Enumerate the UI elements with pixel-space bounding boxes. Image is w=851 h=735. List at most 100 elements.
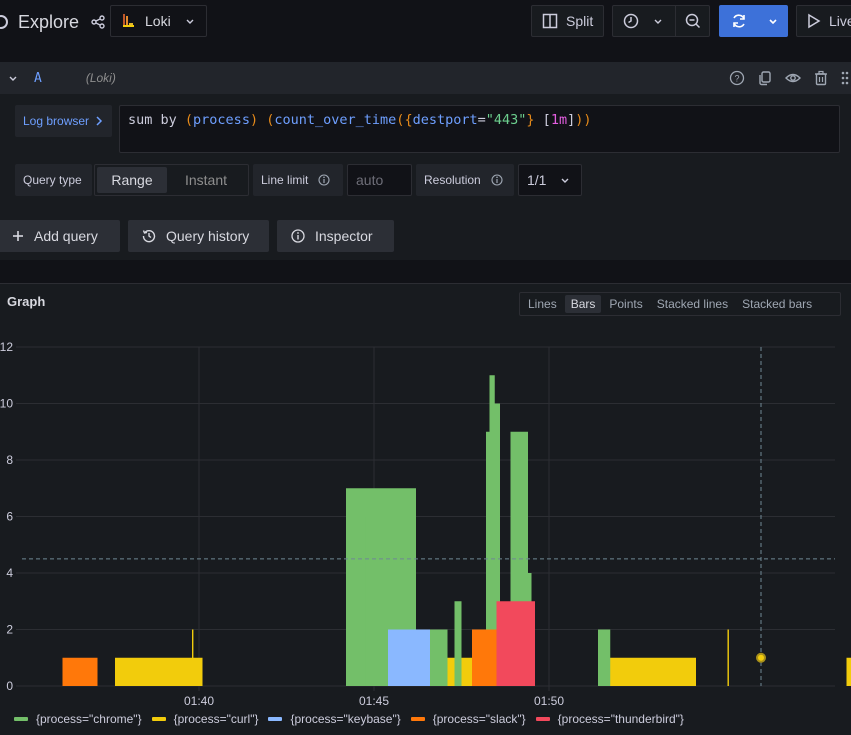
legend-item[interactable]: {process="curl"} bbox=[151, 712, 258, 726]
query-token: ) bbox=[583, 112, 592, 128]
legend-label: {process="keybase"} bbox=[290, 712, 401, 726]
share-icon[interactable] bbox=[91, 15, 105, 29]
zoom-out-button[interactable] bbox=[676, 13, 709, 29]
query-editor-area: Log browser sum by (process) (count_over… bbox=[0, 94, 851, 260]
bar-chrome bbox=[430, 629, 448, 686]
info-circle-icon bbox=[291, 229, 305, 243]
legend-swatch bbox=[535, 717, 550, 721]
query-token: destport bbox=[412, 112, 478, 128]
query-token: 1m bbox=[550, 112, 568, 128]
query-type-range[interactable]: Range bbox=[97, 167, 167, 193]
add-query-button[interactable]: Add query bbox=[0, 220, 120, 252]
y-tick-label: 2 bbox=[6, 623, 13, 637]
query-token: ) bbox=[249, 112, 259, 128]
y-tick-label: 6 bbox=[6, 510, 13, 524]
bar-chrome bbox=[598, 629, 611, 686]
y-tick-label: 4 bbox=[6, 566, 13, 580]
query-ref-id[interactable]: A bbox=[34, 71, 42, 86]
x-axis: 01:40 01:45 01:50 bbox=[184, 694, 564, 708]
clock-icon bbox=[623, 13, 639, 29]
query-type-label-text: Query type bbox=[23, 173, 82, 187]
plus-icon bbox=[12, 230, 24, 242]
chevron-down-icon bbox=[653, 16, 663, 26]
refresh-interval-dropdown[interactable] bbox=[758, 16, 787, 26]
time-range-picker[interactable] bbox=[612, 5, 710, 37]
query-token: ] bbox=[567, 112, 576, 128]
top-bar: Explore Loki Split Live bbox=[0, 0, 851, 44]
x-tick-label: 01:50 bbox=[534, 694, 564, 708]
line-limit-input[interactable]: auto bbox=[347, 164, 412, 196]
legend-label: {process="slack"} bbox=[432, 712, 526, 726]
y-tick-label: 8 bbox=[6, 453, 13, 467]
bar-slack bbox=[62, 657, 98, 686]
inspector-label: Inspector bbox=[315, 228, 373, 244]
query-token: = bbox=[477, 112, 486, 128]
split-button[interactable]: Split bbox=[531, 5, 604, 37]
hover-point bbox=[756, 652, 766, 663]
zoom-out-icon bbox=[685, 13, 701, 29]
add-query-label: Add query bbox=[34, 228, 98, 244]
resolution-label-text: Resolution bbox=[424, 173, 481, 187]
datasource-picker[interactable]: Loki bbox=[110, 5, 207, 37]
chart-legend: {process="chrome"} {process="curl"} {proce… bbox=[14, 712, 684, 726]
y-tick-label: 0 bbox=[6, 679, 13, 693]
legend-item[interactable]: {process="keybase"} bbox=[268, 712, 401, 726]
split-label: Split bbox=[566, 13, 594, 29]
legend-item[interactable]: {process="chrome"} bbox=[14, 712, 142, 726]
help-icon[interactable]: ? bbox=[729, 70, 745, 86]
bar-thunderbird bbox=[496, 601, 535, 686]
run-query-button[interactable] bbox=[719, 5, 788, 37]
log-browser-button[interactable]: Log browser bbox=[15, 105, 112, 137]
graph-panel: Graph Lines Bars Points Stacked lines St… bbox=[0, 283, 851, 735]
log-browser-label: Log browser bbox=[23, 114, 90, 128]
chevron-down-icon bbox=[185, 16, 195, 26]
line-limit-label-text: Line limit bbox=[261, 173, 309, 187]
inspector-button[interactable]: Inspector bbox=[277, 220, 394, 252]
query-token bbox=[535, 112, 543, 128]
query-history-label: Query history bbox=[166, 228, 250, 244]
legend-item[interactable]: {process="slack"} bbox=[410, 712, 526, 726]
play-icon bbox=[807, 13, 821, 29]
datasource-name: Loki bbox=[145, 13, 171, 29]
query-token bbox=[258, 112, 266, 128]
collapse-chevron-icon[interactable] bbox=[8, 73, 18, 83]
query-token: { bbox=[404, 112, 413, 128]
y-axis: 0 2 4 6 8 10 12 bbox=[0, 340, 13, 693]
legend-label: {process="thunderbird"} bbox=[557, 712, 684, 726]
bar-curl bbox=[727, 629, 729, 686]
bar-slack bbox=[472, 629, 497, 686]
query-type-instant[interactable]: Instant bbox=[167, 167, 245, 193]
query-token: process bbox=[193, 112, 250, 128]
bar-curl bbox=[115, 657, 203, 686]
legend-label: {process="chrome"} bbox=[36, 712, 142, 726]
duplicate-query-icon[interactable] bbox=[757, 70, 773, 86]
split-columns-icon bbox=[542, 13, 558, 29]
time-picker-button[interactable] bbox=[613, 6, 676, 36]
compass-icon bbox=[0, 15, 8, 29]
query-row-header: A (Loki) ? bbox=[0, 62, 851, 94]
legend-item[interactable]: {process="thunderbird"} bbox=[535, 712, 684, 726]
bar-chrome bbox=[454, 601, 462, 686]
bar-keybase bbox=[388, 629, 430, 686]
eye-icon[interactable] bbox=[785, 70, 801, 86]
query-token: ( bbox=[184, 112, 194, 128]
legend-swatch bbox=[151, 717, 166, 721]
refresh-icon bbox=[731, 13, 747, 29]
query-input[interactable]: sum by (process) (count_over_time({destp… bbox=[119, 105, 840, 153]
chevron-down-icon bbox=[560, 175, 570, 185]
drag-handle-icon[interactable] bbox=[841, 70, 849, 86]
refresh-button[interactable] bbox=[720, 6, 758, 36]
bars-layer bbox=[62, 375, 851, 686]
trash-icon[interactable] bbox=[813, 70, 829, 86]
bar-chart[interactable]: 0 2 4 6 8 10 12 01:40 01:45 01:50 bbox=[0, 284, 851, 709]
info-icon[interactable] bbox=[491, 174, 503, 186]
resolution-select[interactable]: 1/1 bbox=[518, 164, 582, 196]
x-tick-label: 01:45 bbox=[359, 694, 389, 708]
svg-text:?: ? bbox=[734, 74, 739, 84]
bar-chrome bbox=[360, 516, 366, 686]
line-limit-label: Line limit bbox=[253, 164, 343, 196]
live-button[interactable]: Live bbox=[796, 5, 851, 37]
query-history-button[interactable]: Query history bbox=[128, 220, 269, 252]
chevron-down-icon bbox=[768, 16, 778, 26]
info-icon[interactable] bbox=[318, 174, 330, 186]
